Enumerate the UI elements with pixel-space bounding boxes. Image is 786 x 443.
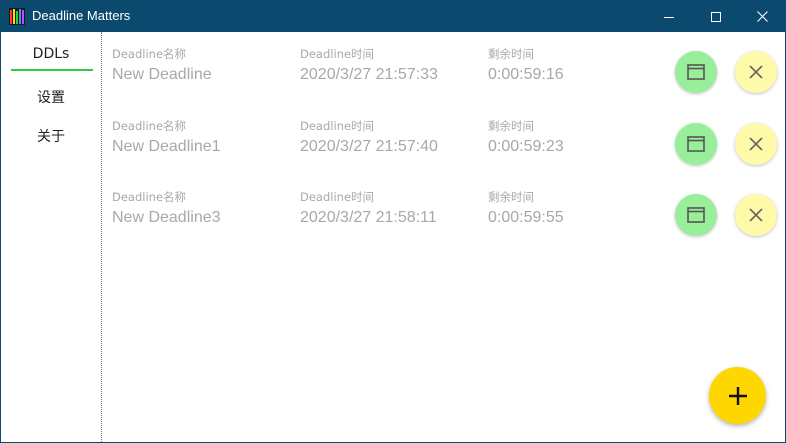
- sidebar-item-ddls[interactable]: DDLs: [1, 46, 101, 62]
- sidebar: DDLs 设置 关于: [1, 32, 102, 442]
- deadline-time: 2020/3/27 21:58:11: [300, 209, 437, 226]
- deadline-name: New Deadline: [112, 66, 212, 83]
- deadline-name: New Deadline3: [112, 209, 221, 226]
- deadline-remaining: 0:00:59:23: [488, 138, 564, 155]
- maximize-icon: [711, 11, 721, 22]
- name-column-label: Deadline名称: [112, 190, 187, 204]
- close-window-button[interactable]: [739, 1, 785, 32]
- sidebar-item-settings[interactable]: 设置: [1, 87, 101, 107]
- time-column-label: Deadline时间: [300, 119, 375, 133]
- app-logo-icon: [9, 8, 25, 25]
- minimize-button[interactable]: [646, 1, 692, 32]
- close-x-icon: [749, 137, 763, 151]
- window-icon: [687, 64, 705, 80]
- time-column-label: Deadline时间: [300, 190, 375, 204]
- maximize-button[interactable]: [693, 1, 739, 32]
- deadline-remaining: 0:00:59:16: [488, 66, 564, 83]
- time-column-label: Deadline时间: [300, 47, 375, 61]
- plus-icon: [728, 386, 747, 405]
- deadline-time: 2020/3/27 21:57:33: [300, 66, 438, 83]
- selected-tab-indicator: [11, 69, 93, 71]
- deadline-list: Deadline名称 Deadline时间 剩余时间 New Deadline …: [103, 32, 785, 442]
- name-column-label: Deadline名称: [112, 119, 187, 133]
- deadline-remaining: 0:00:59:55: [488, 209, 564, 226]
- close-x-icon: [749, 65, 763, 79]
- deadline-row: Deadline名称 Deadline时间 剩余时间 New Deadline3…: [103, 189, 785, 253]
- deadline-row: Deadline名称 Deadline时间 剩余时间 New Deadline1…: [103, 118, 785, 182]
- delete-deadline-button[interactable]: [735, 194, 777, 236]
- delete-deadline-button[interactable]: [735, 51, 777, 93]
- window-icon: [687, 136, 705, 152]
- deadline-time: 2020/3/27 21:57:40: [300, 138, 438, 155]
- deadline-name: New Deadline1: [112, 138, 221, 155]
- window-icon: [687, 207, 705, 223]
- edit-deadline-button[interactable]: [675, 194, 717, 236]
- edit-deadline-button[interactable]: [675, 51, 717, 93]
- name-column-label: Deadline名称: [112, 47, 187, 61]
- deadline-row: Deadline名称 Deadline时间 剩余时间 New Deadline …: [103, 46, 785, 110]
- close-x-icon: [749, 208, 763, 222]
- remaining-column-label: 剩余时间: [488, 190, 534, 204]
- sidebar-item-about[interactable]: 关于: [1, 126, 101, 146]
- remaining-column-label: 剩余时间: [488, 119, 534, 133]
- add-deadline-button[interactable]: [709, 367, 766, 424]
- edit-deadline-button[interactable]: [675, 123, 717, 165]
- window-title: Deadline Matters: [32, 8, 131, 23]
- app-window: Deadline Matters DDLs 设置 关于 Deadline名称 D…: [0, 0, 786, 443]
- remaining-column-label: 剩余时间: [488, 47, 534, 61]
- delete-deadline-button[interactable]: [735, 123, 777, 165]
- title-bar[interactable]: Deadline Matters: [1, 1, 785, 32]
- close-icon: [756, 11, 768, 22]
- minimize-icon: [664, 16, 674, 18]
